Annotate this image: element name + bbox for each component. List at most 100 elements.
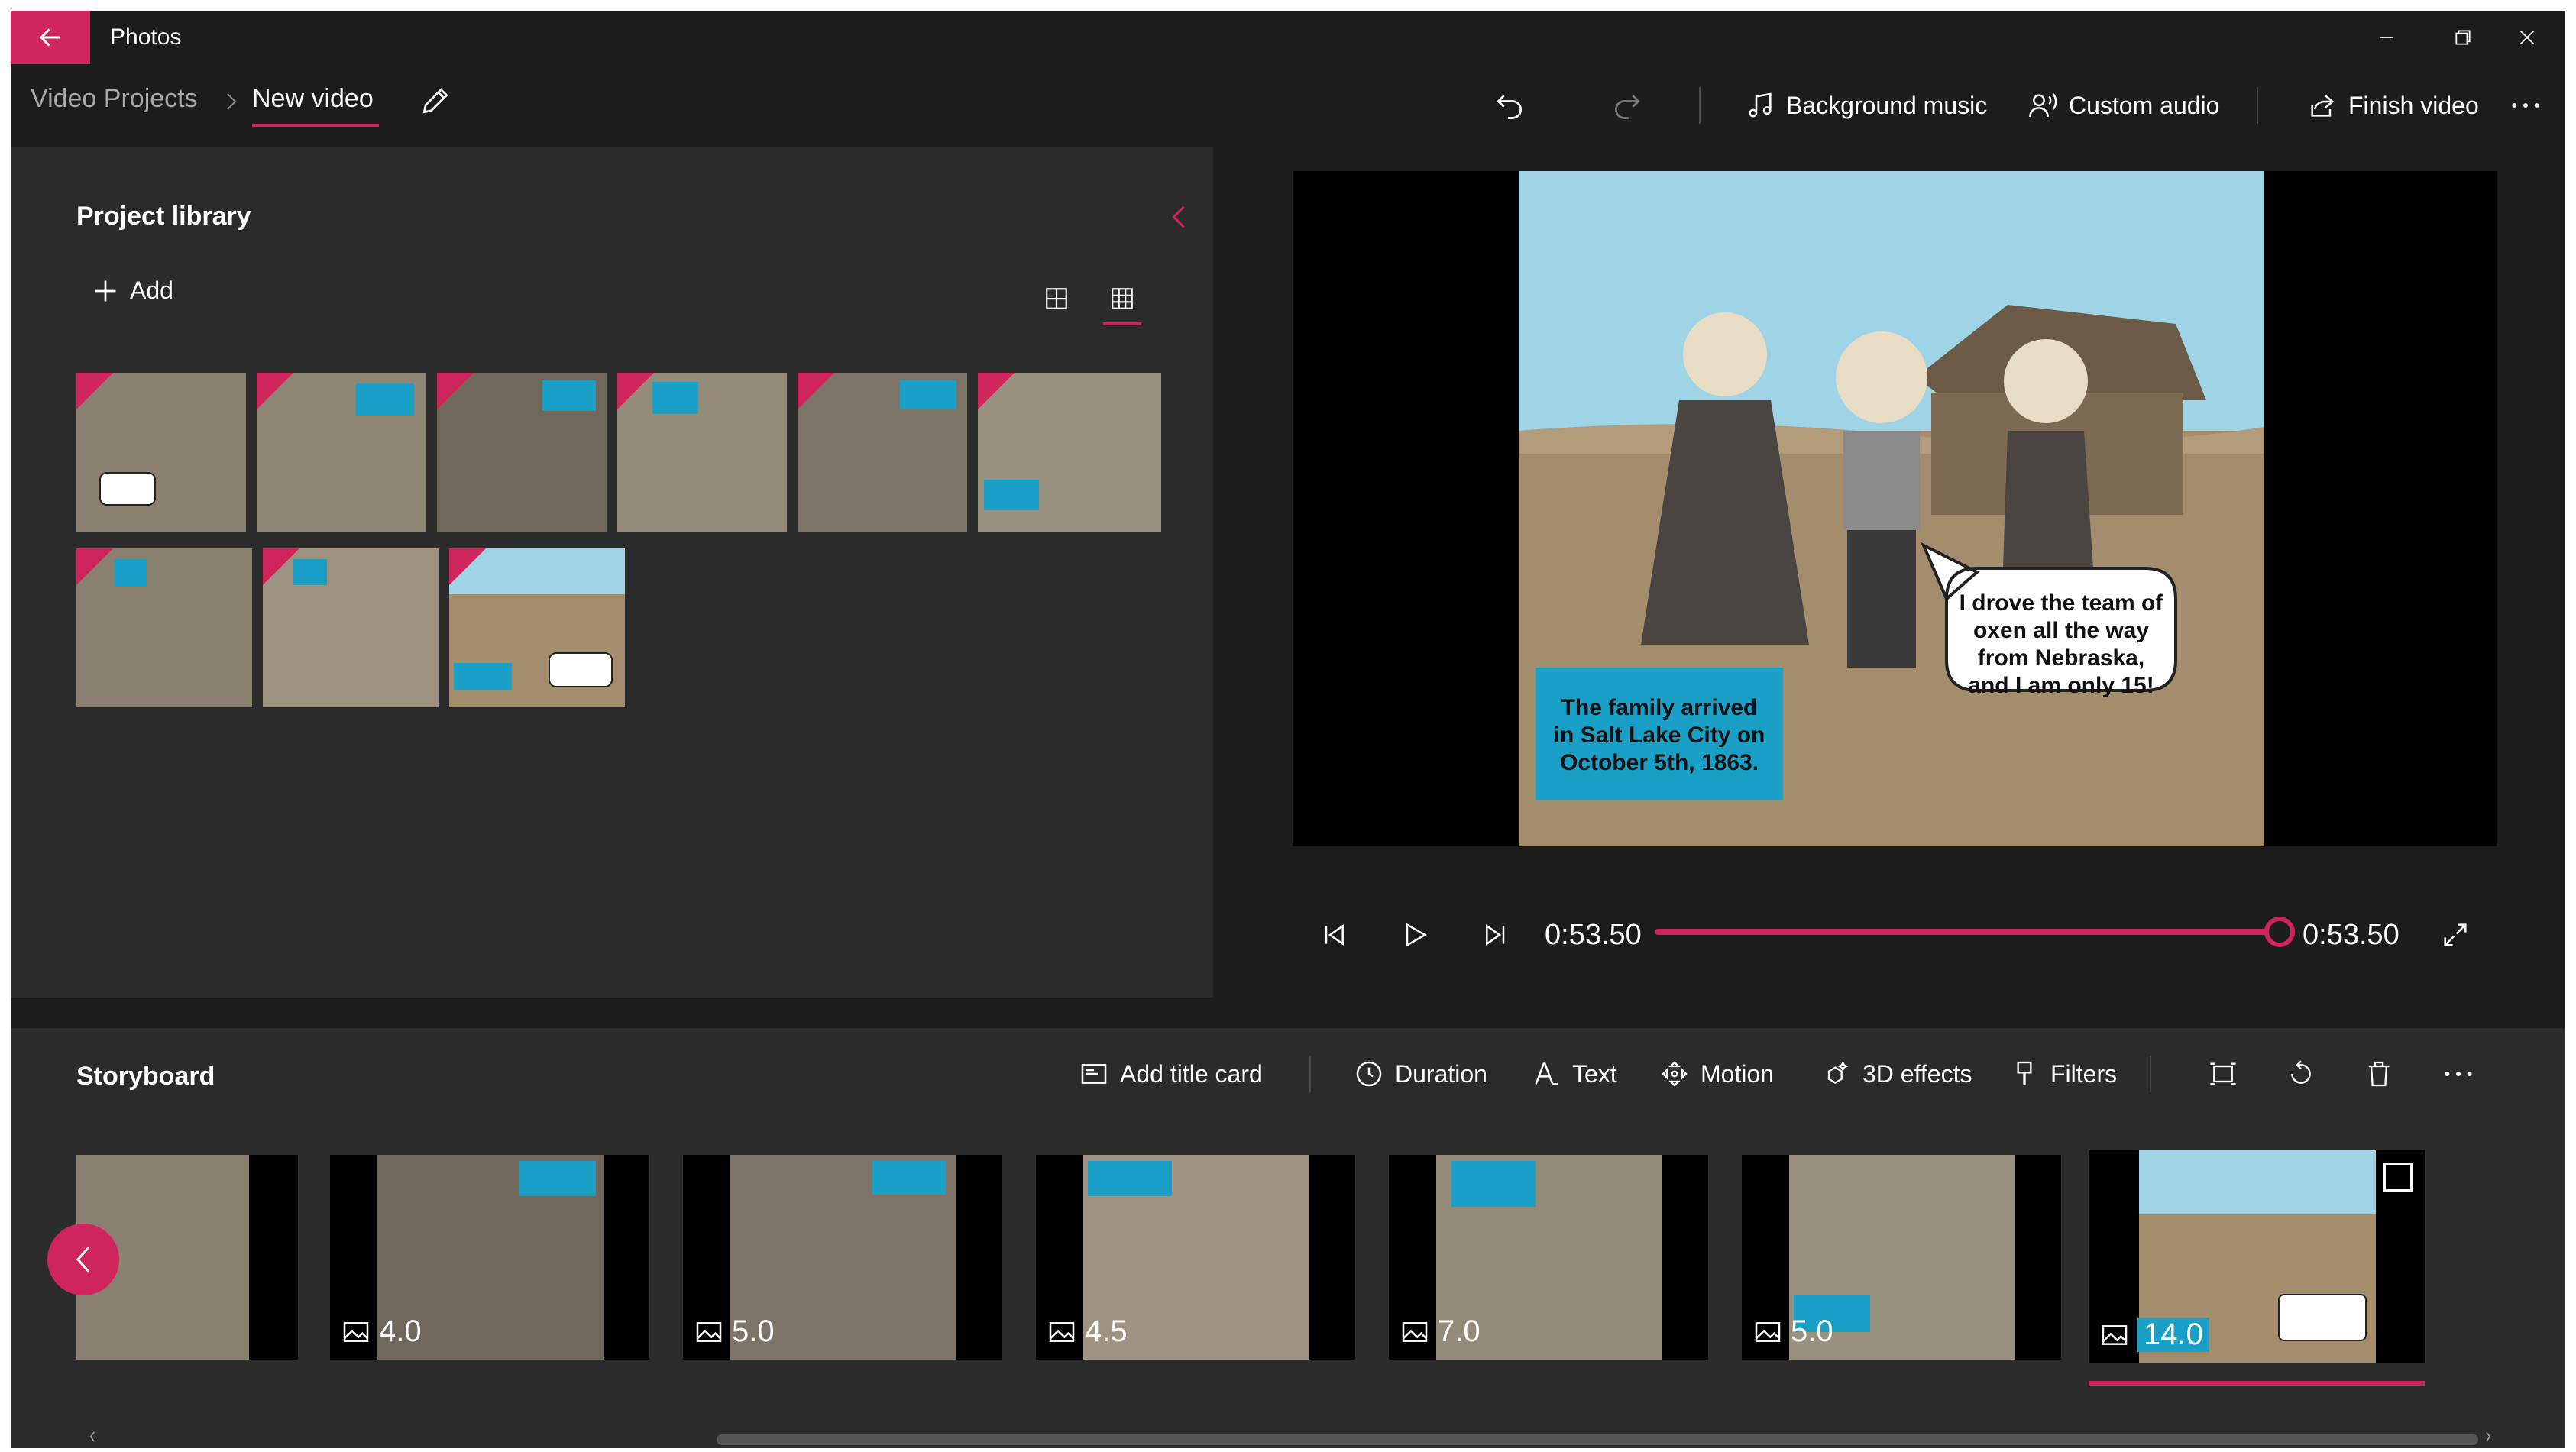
next-frame-button[interactable] [1481, 904, 1511, 965]
video-preview[interactable]: The family arrived in Salt Lake City on Oc… [1293, 171, 2497, 846]
play-icon [1406, 923, 1427, 947]
pencil-icon [422, 88, 448, 114]
custom-audio-label: Custom audio [2069, 91, 2220, 119]
library-thumbnail[interactable] [449, 548, 625, 707]
scroll-left-button[interactable] [47, 1224, 119, 1295]
more-options-button[interactable] [2509, 75, 2542, 136]
custom-audio-button[interactable]: Custom audio [2027, 75, 2219, 136]
clip-duration: 5.0 [1752, 1315, 1833, 1349]
filters-label: Filters [2050, 1059, 2118, 1088]
text-label: Text [1572, 1059, 1617, 1088]
project-library-panel: Project library Add [11, 147, 1213, 998]
clip-duration-value: 4.0 [379, 1315, 422, 1348]
add-title-card-button[interactable]: Add title card [1079, 1043, 1263, 1104]
selected-clip-indicator [2089, 1381, 2425, 1386]
3d-effects-label: 3D effects [1862, 1059, 1972, 1088]
library-thumbnail[interactable] [257, 373, 426, 532]
filters-button[interactable]: Filters [2009, 1043, 2117, 1104]
library-thumbnail[interactable] [76, 373, 246, 532]
rotate-icon [2291, 1060, 2311, 1084]
resize-icon [2210, 1062, 2236, 1085]
text-icon [1535, 1062, 1558, 1085]
rotate-button[interactable] [2286, 1043, 2316, 1104]
redo-button[interactable] [1610, 75, 1644, 136]
image-icon [1402, 1321, 1428, 1342]
minimize-button[interactable] [2348, 11, 2425, 64]
step-forward-icon [1486, 923, 1505, 946]
small-grid-view-button[interactable] [1103, 286, 1141, 325]
library-thumbnail[interactable] [798, 373, 967, 532]
play-button[interactable] [1400, 904, 1430, 965]
rename-button[interactable] [419, 84, 452, 118]
motion-button[interactable]: Motion [1659, 1043, 1774, 1104]
previous-frame-button[interactable] [1319, 904, 1349, 965]
clip-select-checkbox[interactable] [2383, 1163, 2413, 1192]
toolbar-separator [1699, 87, 1701, 124]
toolbar-separator [1309, 1056, 1311, 1092]
breadcrumb-chevron-icon [223, 90, 240, 113]
share-icon [2311, 94, 2335, 117]
clip-duration: 7.0 [1400, 1315, 1481, 1349]
seek-handle[interactable] [2264, 917, 2295, 947]
library-thumbnail[interactable] [263, 548, 439, 707]
duration-label: Duration [1395, 1059, 1487, 1088]
collapse-library-button[interactable] [1167, 202, 1190, 232]
music-note-icon [1749, 92, 1772, 118]
crop-button[interactable] [2208, 1043, 2238, 1104]
add-media-label: Add [130, 276, 173, 304]
expand-preview-button[interactable] [2440, 904, 2471, 965]
close-button[interactable] [2489, 11, 2565, 64]
library-thumbnail[interactable] [617, 373, 787, 532]
clip-duration-value: 4.5 [1085, 1315, 1128, 1348]
toolbar-separator [2257, 87, 2258, 124]
app-title: Photos [110, 24, 182, 50]
delete-button[interactable] [2364, 1043, 2394, 1104]
text-button[interactable]: Text [1531, 1043, 1617, 1104]
duration-button[interactable]: Duration [1354, 1043, 1487, 1104]
undo-button[interactable] [1493, 75, 1526, 136]
finish-video-button[interactable]: Finish video [2307, 75, 2479, 136]
trash-icon [2368, 1061, 2390, 1087]
seek-bar[interactable] [1655, 929, 2281, 935]
close-icon [2519, 30, 2535, 45]
project-library-title: Project library [76, 202, 251, 231]
preview-frame-image: The family arrived in Salt Lake City on Oc… [1519, 171, 2264, 846]
more-icon [2445, 1072, 2472, 1076]
clip-duration: 4.5 [1047, 1315, 1128, 1349]
clip-duration-value: 14.0 [2137, 1318, 2209, 1352]
toolbar-separator [2150, 1056, 2151, 1092]
library-thumbnail[interactable] [978, 373, 1161, 532]
back-button[interactable] [11, 11, 90, 64]
plus-icon [95, 280, 116, 301]
storyboard-more-button[interactable] [2442, 1043, 2475, 1104]
large-grid-view-button[interactable] [1044, 286, 1070, 312]
clip-duration-value: 7.0 [1438, 1315, 1481, 1348]
background-music-button[interactable]: Background music [1745, 75, 1987, 136]
storyboard-clip[interactable]: 4.0 [330, 1155, 649, 1360]
3d-effects-button[interactable]: 3D effects [1821, 1043, 1972, 1104]
restore-icon [2455, 30, 2471, 45]
storyboard-clip[interactable]: 4.5 [1036, 1155, 1355, 1360]
breadcrumb-video-projects[interactable]: Video Projects [31, 84, 198, 114]
library-thumbnail[interactable] [76, 548, 252, 707]
storyboard-panel: Storyboard Add title card Duration Text … [11, 1028, 2565, 1448]
step-back-icon [1325, 923, 1344, 946]
clip-duration-value: 5.0 [732, 1315, 775, 1348]
background-music-label: Background music [1786, 91, 1988, 119]
image-icon [2102, 1324, 2128, 1345]
photos-app-window: Photos Video Projects New video Backgrou… [11, 11, 2565, 1448]
storyboard-clip[interactable]: 5.0 [683, 1155, 1002, 1360]
filter-brush-icon [2017, 1061, 2032, 1085]
breadcrumb-new-video[interactable]: New video [252, 84, 374, 114]
current-time: 0:53.50 [1545, 918, 1642, 951]
storyboard-clip[interactable]: 5.0 [1742, 1155, 2061, 1360]
image-icon [1049, 1321, 1075, 1342]
expand-icon [2444, 923, 2467, 946]
library-thumbnail[interactable] [437, 373, 607, 532]
add-media-button[interactable]: Add [92, 276, 173, 305]
storyboard-scroll-thumb[interactable] [717, 1434, 2478, 1445]
finish-video-label: Finish video [2348, 91, 2479, 119]
storyboard-clip-selected[interactable]: 14.0 [2089, 1150, 2425, 1363]
redo-icon [1615, 95, 1640, 119]
storyboard-clip[interactable]: 7.0 [1389, 1155, 1708, 1360]
